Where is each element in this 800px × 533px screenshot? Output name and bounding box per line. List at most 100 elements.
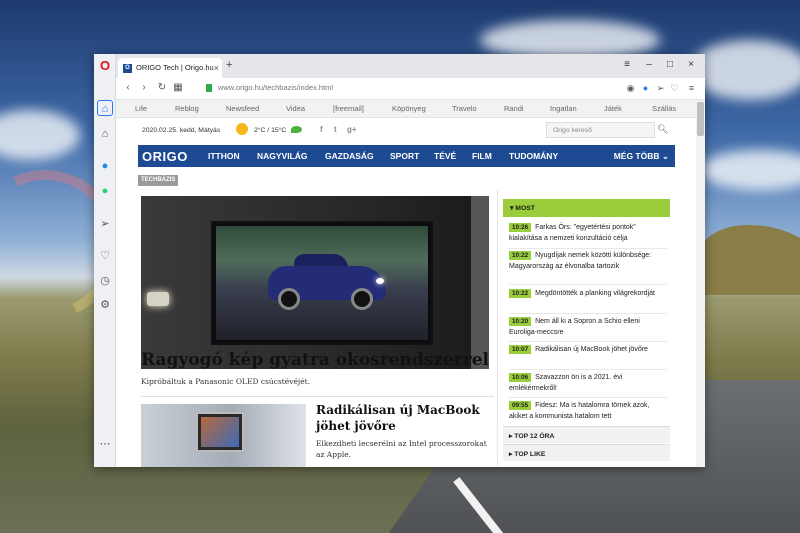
- news-time: 09:55: [509, 401, 532, 410]
- news-text: Megdöntötték a planking világrekordját: [535, 290, 655, 297]
- close-window-icon[interactable]: ×: [685, 59, 697, 70]
- car-headlight: [376, 278, 384, 284]
- settings-icon[interactable]: ⚙: [97, 297, 113, 313]
- search-input[interactable]: Origo kereső: [546, 122, 655, 138]
- page-scrollbar[interactable]: [696, 100, 705, 467]
- heart-icon[interactable]: ♡: [97, 248, 113, 264]
- more-icon[interactable]: ⋯: [97, 436, 113, 452]
- nav-teve[interactable]: TÉVÉ: [434, 151, 456, 161]
- divider: [509, 397, 667, 398]
- accordion-top-12-hours[interactable]: ▸ TOP 12 ÓRA: [503, 426, 670, 443]
- facebook-icon[interactable]: f: [320, 125, 323, 134]
- television: [211, 221, 433, 345]
- lead-headline[interactable]: Ragyogó kép gyatra okosrendszerrel: [141, 350, 489, 370]
- partner-link-koponyeg[interactable]: Köpönyeg: [392, 104, 426, 113]
- whatsapp-icon[interactable]: ●: [97, 183, 113, 199]
- lead-article-image[interactable]: [141, 196, 489, 369]
- search-icon[interactable]: 🔍︎: [657, 124, 668, 135]
- nav-nagyvilag[interactable]: NAGYVILÁG: [257, 151, 308, 161]
- car-wheel: [278, 288, 300, 310]
- nav-tudomany[interactable]: TUDOMÁNY: [509, 151, 558, 161]
- partner-link-videa[interactable]: Videa: [286, 104, 305, 113]
- reload-icon[interactable]: ↻: [156, 82, 168, 93]
- partner-link-travelo[interactable]: Travelo: [452, 104, 477, 113]
- weather-sun-icon: [236, 123, 248, 135]
- back-icon[interactable]: ‹: [122, 82, 134, 93]
- weather-temperature[interactable]: 2°C / 15°C: [254, 127, 286, 134]
- latest-news-box: ▾ MOST 10:26 Farkas Örs: "egyetértési pon…: [503, 199, 670, 467]
- news-item[interactable]: 10:07 Radikálisan új MacBook jöhet jövőre: [509, 345, 667, 356]
- menu-icon[interactable]: ≡: [686, 83, 697, 93]
- news-item[interactable]: 10:22 Nyugdíjak nemek közötti különbsége:…: [509, 251, 667, 272]
- vpn-shield-icon[interactable]: ●: [640, 83, 651, 93]
- column-divider: [497, 190, 498, 467]
- tabs-grid-icon[interactable]: ▦: [172, 82, 184, 93]
- tab-origo[interactable]: O ORIGO Tech | Origo.hu ×: [118, 58, 222, 78]
- news-item[interactable]: 09:55 Fidesz: Ma is hatalomra törnek azok…: [509, 401, 667, 422]
- car-wheel: [351, 288, 373, 310]
- divider: [509, 341, 667, 342]
- history-icon[interactable]: ◷: [97, 273, 113, 289]
- twitter-icon[interactable]: t: [334, 125, 337, 134]
- camera-icon[interactable]: ◉: [625, 83, 636, 94]
- shopping-icon[interactable]: ⌂: [97, 126, 113, 142]
- partner-link-newsfeed[interactable]: Newsfeed: [226, 104, 259, 113]
- nav-sport[interactable]: SPORT: [390, 151, 419, 161]
- send-icon[interactable]: ➢: [97, 216, 113, 232]
- partner-link-ingatlan[interactable]: Ingatlan: [550, 104, 577, 113]
- nav-film[interactable]: FILM: [472, 151, 492, 161]
- article-title[interactable]: Radikálisan új MacBook jöhet jövőre: [316, 402, 496, 434]
- news-time: 10:20: [509, 317, 532, 326]
- tab-close-icon[interactable]: ×: [214, 58, 219, 78]
- partner-link-reblog[interactable]: Reblog: [175, 104, 199, 113]
- lamp: [147, 292, 169, 306]
- divider: [509, 284, 667, 285]
- sky-cloud: [690, 40, 800, 100]
- news-item[interactable]: 10:22 Megdöntötték a planking világrekord…: [509, 289, 667, 300]
- new-tab-button[interactable]: +: [226, 59, 232, 71]
- home-icon[interactable]: ⌂: [97, 100, 113, 116]
- send-icon[interactable]: ➢: [655, 83, 666, 94]
- latest-news-header[interactable]: ▾ MOST: [503, 199, 670, 217]
- accordion-top-like[interactable]: ▸ TOP LIKE: [503, 444, 670, 461]
- origo-logo[interactable]: ORIGO: [142, 149, 188, 164]
- google-plus-icon[interactable]: g+: [347, 125, 357, 134]
- leaf-icon[interactable]: [291, 126, 302, 133]
- partner-link-freemail[interactable]: [freemail]: [333, 104, 364, 113]
- easy-setup-icon[interactable]: ≡: [621, 59, 633, 70]
- partner-link-randi[interactable]: Randi: [504, 104, 524, 113]
- news-time: 10:26: [509, 223, 532, 232]
- partner-link-szallas[interactable]: Szállás: [652, 104, 676, 113]
- maximize-icon[interactable]: □: [664, 59, 676, 70]
- nav-itthon[interactable]: ITTHON: [208, 151, 240, 161]
- news-item[interactable]: 10:06 Szavazzon ön is a 2021. évi emlékér…: [509, 373, 667, 394]
- news-item[interactable]: 10:26 Farkas Örs: "egyetértési pontok" ki…: [509, 223, 667, 244]
- url-domain: www.origo.hu: [218, 83, 264, 92]
- news-item[interactable]: 10:20 Nem áll ki a Sopron a Schio elleni …: [509, 317, 667, 338]
- address-bar: ‹ › ↻ ▦ www.origo.hu/techbazis/index.htm…: [116, 78, 705, 100]
- sky-cloud: [0, 110, 80, 160]
- url-path: /techbazis/index.html: [263, 83, 334, 92]
- nav-more-button[interactable]: MÉG TÖBB ⌄: [614, 151, 669, 162]
- partner-link-jatek[interactable]: Játék: [604, 104, 622, 113]
- divider: [509, 248, 667, 249]
- info-bar: 2020.02.25. kedd, Mátyás 2°C / 15°C f t …: [138, 118, 673, 142]
- partner-link-life[interactable]: Life: [135, 104, 147, 113]
- news-time: 10:22: [509, 289, 532, 298]
- secure-lock-icon[interactable]: [206, 84, 212, 92]
- url-field[interactable]: www.origo.hu/techbazis/index.html: [218, 83, 333, 92]
- messenger-icon[interactable]: ●: [97, 158, 113, 174]
- divider: [509, 369, 667, 370]
- article-lead: Elkezdheti lecserélni az Intel processzo…: [316, 439, 487, 459]
- forward-icon[interactable]: ›: [138, 82, 150, 93]
- tv-screen: [216, 226, 428, 340]
- nav-gazdasag[interactable]: GAZDASÁG: [325, 151, 374, 161]
- article-thumbnail[interactable]: [141, 404, 306, 467]
- heart-icon[interactable]: ♡: [669, 83, 680, 94]
- scrollbar-thumb[interactable]: [697, 102, 704, 136]
- section-tag-techbazis[interactable]: TECHBÁZIS: [138, 175, 179, 186]
- origo-favicon-icon: O: [123, 64, 132, 73]
- minimize-icon[interactable]: –: [643, 59, 655, 70]
- current-date: 2020.02.25. kedd, Mátyás: [142, 127, 221, 134]
- opera-logo-icon[interactable]: O: [98, 59, 112, 73]
